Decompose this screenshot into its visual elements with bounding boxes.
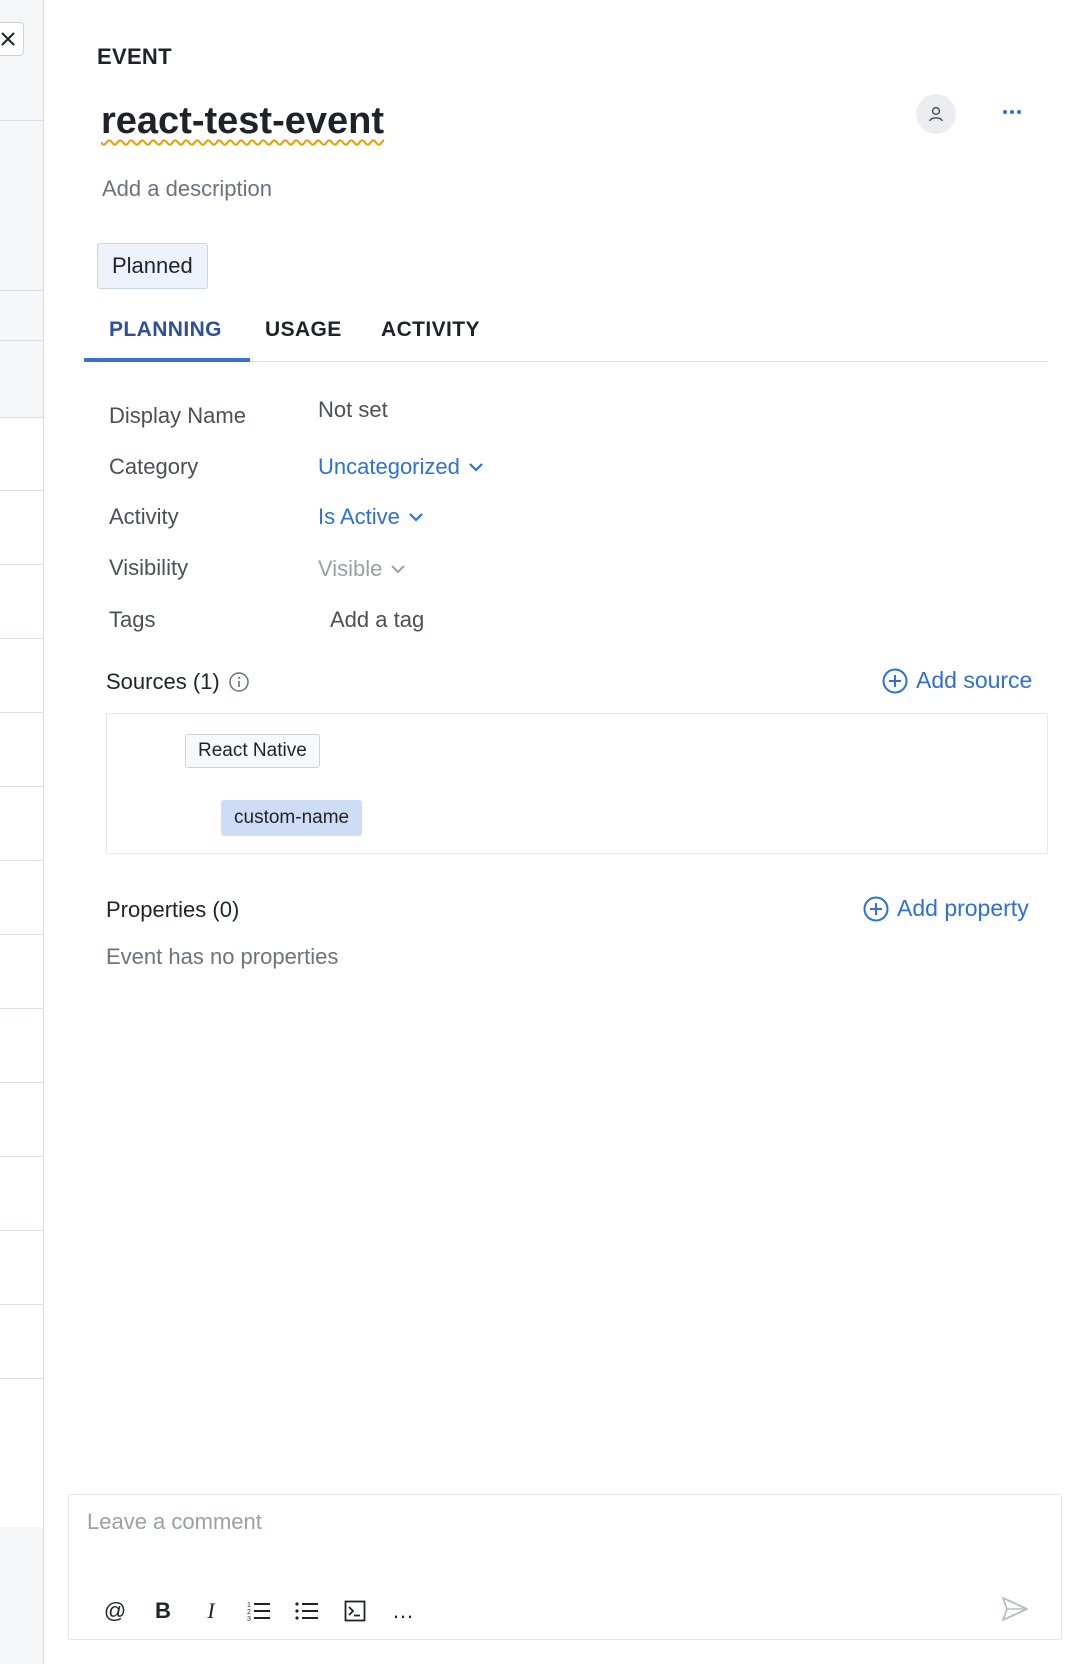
chevron-down-icon — [391, 565, 406, 574]
visibility-value: Visible — [318, 556, 383, 581]
send-icon — [1002, 1597, 1028, 1621]
category-value: Uncategorized — [318, 454, 460, 479]
mention-icon: @ — [103, 1598, 127, 1623]
svg-text:3: 3 — [247, 1616, 251, 1622]
status-badge[interactable]: Planned — [97, 243, 208, 289]
list-divider — [0, 1378, 44, 1379]
display-name-value[interactable]: Not set — [318, 397, 388, 423]
visibility-dropdown[interactable]: Visible — [318, 556, 406, 582]
send-comment-button[interactable] — [995, 1589, 1035, 1629]
properties-heading: Properties (0) — [106, 897, 239, 923]
list-divider — [0, 564, 44, 565]
list-divider — [0, 638, 44, 639]
comment-toolbar: @ B I 1 2 3 … — [91, 1593, 427, 1629]
list-divider — [0, 340, 44, 341]
add-property-button[interactable]: Add property — [863, 895, 1029, 922]
activity-label: Activity — [109, 504, 179, 529]
list-divider — [0, 120, 44, 121]
list-divider — [0, 490, 44, 491]
add-tag-placeholder: Add a tag — [330, 607, 425, 632]
list-divider — [0, 934, 44, 935]
plus-circle-icon — [882, 668, 908, 693]
tags-label: Tags — [109, 607, 156, 632]
sources-heading-text: Sources (1) — [106, 669, 220, 694]
ordered-list-button[interactable]: 1 2 3 — [235, 1593, 283, 1629]
more-icon — [1003, 110, 1021, 114]
background-list-strip — [0, 0, 44, 1664]
add-property-label: Add property — [897, 895, 1029, 921]
chevron-down-icon — [469, 463, 483, 472]
sources-heading: Sources (1) — [106, 669, 250, 695]
bold-button[interactable]: B — [139, 1593, 187, 1629]
sources-list: React Native custom-name — [106, 713, 1048, 854]
activity-value: Is Active — [318, 504, 400, 529]
list-divider — [0, 786, 44, 787]
assignee-avatar-button[interactable] — [916, 94, 956, 134]
description-field[interactable]: Add a description — [102, 176, 272, 202]
more-formatting-icon: … — [392, 1598, 414, 1623]
list-divider — [0, 290, 44, 291]
visibility-label: Visibility — [109, 555, 189, 580]
plus-circle-icon — [863, 896, 889, 921]
add-source-label: Add source — [916, 667, 1033, 693]
tab-usage[interactable]: USAGE — [265, 318, 342, 342]
comment-editor[interactable]: Leave a comment @ B I 1 2 3 … — [68, 1494, 1062, 1640]
ordered-list-icon: 1 2 3 — [247, 1602, 270, 1622]
list-divider — [0, 1156, 44, 1157]
chevron-down-icon — [409, 513, 423, 522]
italic-icon: I — [207, 1598, 215, 1623]
list-divider — [0, 1230, 44, 1231]
display-name-text: Not set — [318, 397, 388, 422]
tab-activity[interactable]: ACTIVITY — [381, 318, 480, 342]
italic-button[interactable]: I — [187, 1593, 235, 1629]
activity-dropdown[interactable]: Is Active — [318, 504, 424, 530]
tab-bar: PLANNING USAGE ACTIVITY — [84, 310, 1048, 362]
list-divider — [0, 1304, 44, 1305]
close-drawer-button[interactable] — [0, 22, 24, 56]
category-label: Category — [109, 454, 199, 479]
tab-planning[interactable]: PLANNING — [109, 318, 222, 342]
add-source-button[interactable]: Add source — [882, 667, 1032, 694]
code-block-button[interactable] — [331, 1593, 379, 1629]
category-dropdown[interactable]: Uncategorized — [318, 454, 484, 480]
display-name-label: Display Name — [109, 403, 246, 428]
close-icon — [1, 32, 15, 46]
active-tab-indicator — [84, 358, 250, 362]
list-divider — [0, 1082, 44, 1083]
panel-eyebrow: EVENT — [97, 44, 172, 69]
list-divider — [0, 860, 44, 861]
add-tag-field[interactable]: Add a tag — [330, 607, 424, 633]
info-icon[interactable] — [228, 671, 250, 693]
bullet-list-button[interactable] — [283, 1593, 331, 1629]
event-detail-drawer: EVENT react-test-event Add a description… — [44, 0, 1082, 1664]
mention-button[interactable]: @ — [91, 1593, 139, 1629]
properties-heading-text: Properties (0) — [106, 897, 240, 922]
list-rows-area — [0, 417, 43, 1527]
bullet-list-icon — [295, 1602, 318, 1620]
more-options-button[interactable] — [992, 92, 1032, 132]
list-divider — [0, 1008, 44, 1009]
more-formatting-button[interactable]: … — [379, 1593, 427, 1629]
properties-empty-state: Event has no properties — [106, 944, 339, 969]
user-icon — [929, 106, 943, 122]
list-divider — [0, 417, 44, 418]
svg-text:2: 2 — [247, 1609, 251, 1616]
bold-icon: B — [155, 1598, 171, 1623]
list-divider — [0, 712, 44, 713]
comment-input[interactable]: Leave a comment — [87, 1509, 262, 1535]
source-name-chip[interactable]: custom-name — [221, 800, 363, 836]
source-platform-chip[interactable]: React Native — [185, 734, 320, 768]
event-title[interactable]: react-test-event — [101, 100, 384, 143]
code-block-icon — [344, 1600, 366, 1622]
svg-text:1: 1 — [247, 1602, 251, 1609]
